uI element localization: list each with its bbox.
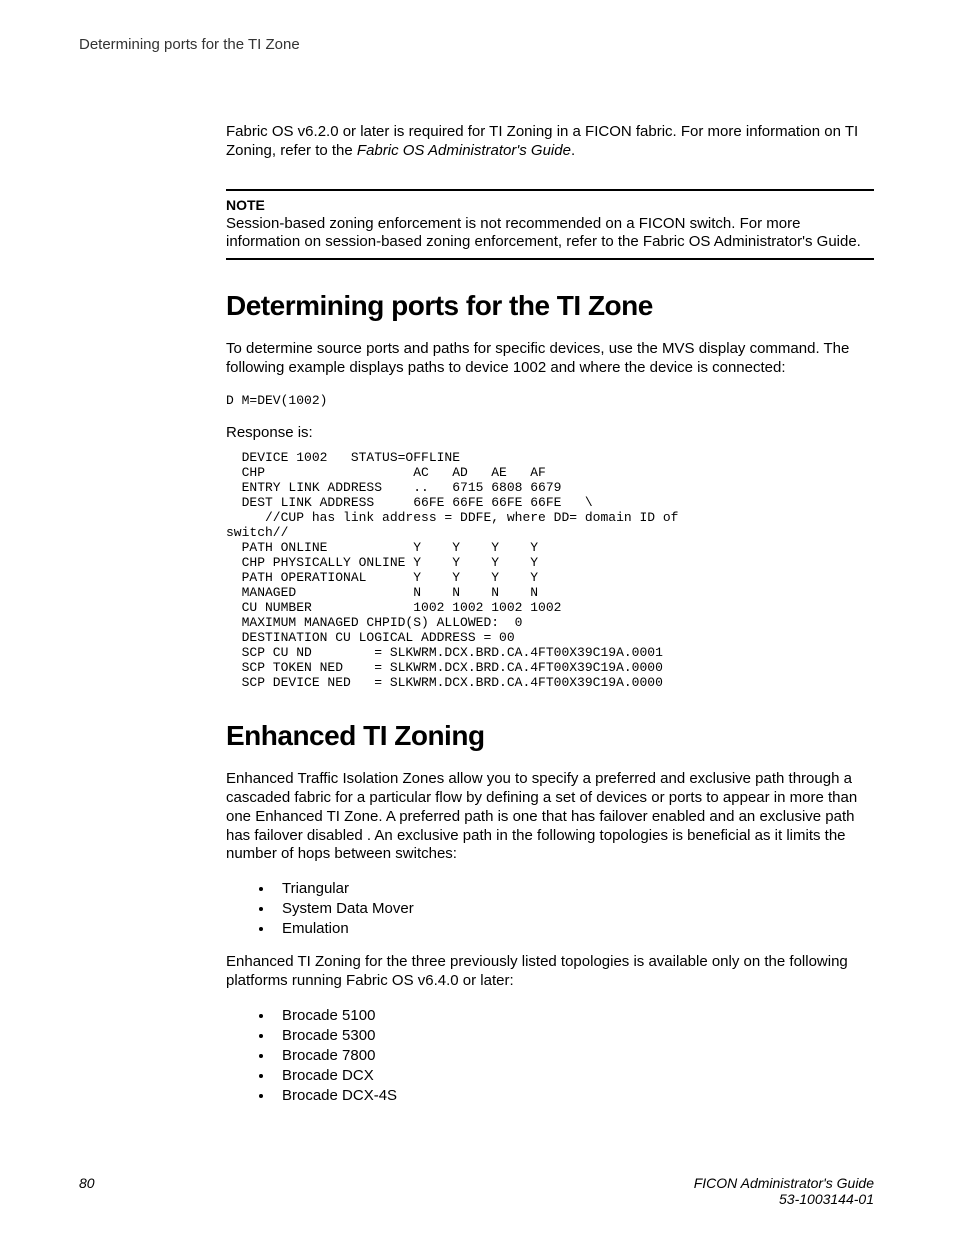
list-item: Triangular: [274, 880, 874, 897]
intro-tail: .: [571, 142, 575, 159]
note-label: NOTE: [226, 197, 874, 213]
note-body: Session-based zoning enforcement is not …: [226, 215, 874, 253]
list-item: Emulation: [274, 920, 874, 937]
sec2-paragraph-1: Enhanced Traffic Isolation Zones allow y…: [226, 770, 874, 864]
heading-enhanced-ti: Enhanced TI Zoning: [226, 720, 874, 752]
note-rule-top: [226, 189, 874, 191]
note-rule-bottom: [226, 258, 874, 260]
response-block: DEVICE 1002 STATUS=OFFLINE CHP AC AD AE …: [226, 451, 874, 690]
sec1-paragraph: To determine source ports and paths for …: [226, 340, 874, 378]
running-head: Determining ports for the TI Zone: [79, 36, 874, 53]
list-item: System Data Mover: [274, 900, 874, 917]
platform-list: Brocade 5100 Brocade 5300 Brocade 7800 B…: [254, 1007, 874, 1104]
list-item: Brocade 5300: [274, 1027, 874, 1044]
page-number: 80: [79, 1175, 95, 1191]
intro-guide-ref: Fabric OS Administrator's Guide: [357, 142, 571, 159]
topology-list: Triangular System Data Mover Emulation: [254, 880, 874, 937]
list-item: Brocade 5100: [274, 1007, 874, 1024]
list-item: Brocade 7800: [274, 1047, 874, 1064]
response-label: Response is:: [226, 424, 874, 441]
heading-determining-ports: Determining ports for the TI Zone: [226, 290, 874, 322]
command-block: D M=DEV(1002): [226, 394, 874, 409]
intro-paragraph: Fabric OS v6.2.0 or later is required fo…: [226, 123, 874, 161]
sec2-paragraph-2: Enhanced TI Zoning for the three previou…: [226, 953, 874, 991]
footer-docnum: 53-1003144-01: [694, 1191, 874, 1207]
list-item: Brocade DCX-4S: [274, 1087, 874, 1104]
footer-title: FICON Administrator's Guide: [694, 1175, 874, 1191]
page-footer: 80 FICON Administrator's Guide 53-100314…: [79, 1175, 874, 1207]
list-item: Brocade DCX: [274, 1067, 874, 1084]
